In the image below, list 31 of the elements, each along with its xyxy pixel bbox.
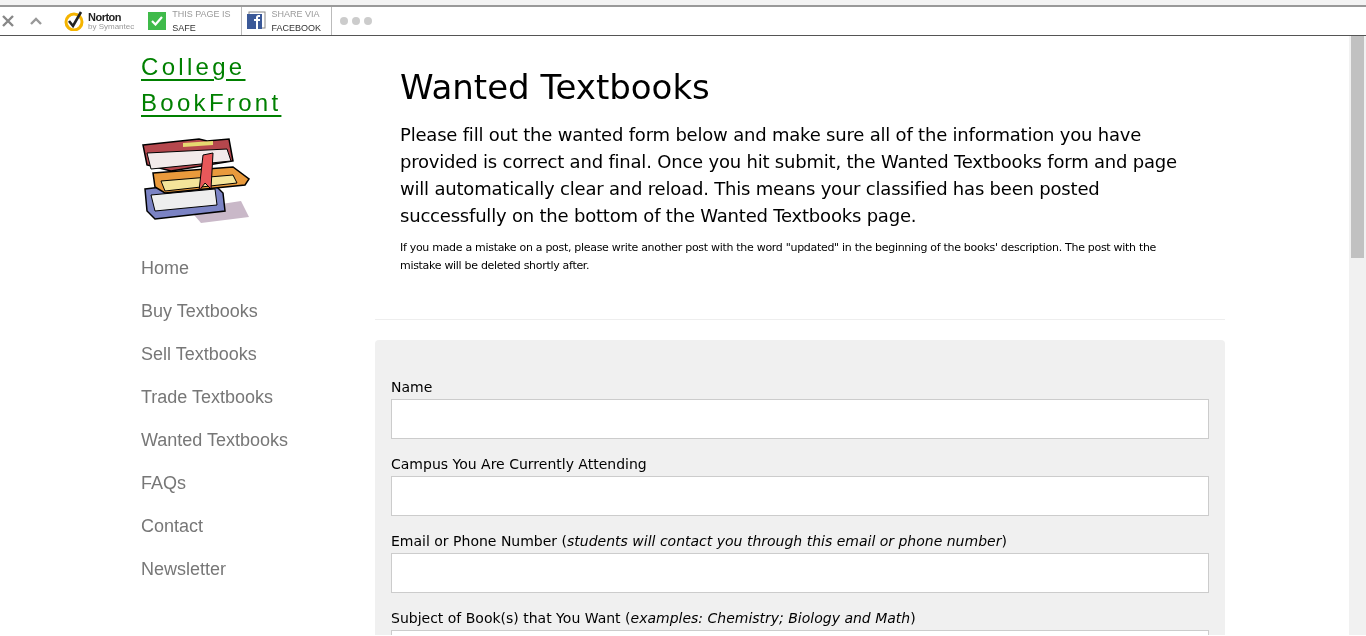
page-title: Wanted Textbooks (400, 67, 711, 107)
field-label: Email or Phone Number (students will contact you through this email or phone number) (391, 532, 1008, 551)
brand-tagline: by Symantec (88, 22, 135, 31)
nav-link[interactable]: Wanted Textbooks (141, 419, 289, 462)
facebook-icon (245, 11, 266, 31)
scrollbar-thumb[interactable] (1351, 36, 1364, 258)
input-field[interactable] (391, 476, 1209, 516)
nav-link[interactable]: Contact (141, 505, 204, 548)
share-button[interactable]: SHARE VIA FACEBOOK (245, 7, 333, 35)
nav-link[interactable]: Trade Textbooks (141, 376, 274, 419)
nav-link[interactable]: Home (141, 247, 189, 290)
nav-link[interactable]: Buy Textbooks (141, 290, 258, 333)
status-label: THIS PAGE IS (172, 8, 231, 21)
note-text: If you made a mistake on a post, please write another post with the word "updated" in the beginning of the books' description. The post with the mistake will be deleted shortly after. (400, 240, 1158, 274)
chevron-up-icon[interactable] (30, 17, 42, 25)
input-field[interactable] (391, 399, 1209, 439)
nav-link[interactable]: FAQs (141, 462, 186, 505)
more-icon[interactable] (340, 17, 373, 25)
field-label: Subject of Book(s) that You Want (examples: Chemistry; Biology and Math) (391, 609, 917, 628)
checkmark-badge-icon (64, 11, 84, 31)
status-value: SAFE (172, 22, 197, 35)
close-icon[interactable] (2, 15, 14, 27)
field-label: Name (391, 378, 434, 397)
field-label: Campus You Are Currently Attending (391, 455, 648, 474)
input-field[interactable] (391, 553, 1209, 593)
nav-link[interactable]: Sell Textbooks (141, 333, 257, 376)
brand-name: Norton (88, 11, 123, 23)
scrollbar[interactable] (1349, 36, 1366, 635)
intro-text: Please fill out the wanted form below and make sure all of the information you have provided is correct and final. Once you hit submit, the Wanted Textbooks form and page will automatically clear and reload. This means your classified has been posted successfully on the bottom of the Wanted Textbooks page. (400, 123, 1178, 228)
site-title-link[interactable]: College BookFront (141, 49, 282, 121)
nav-link[interactable]: Newsletter (141, 548, 227, 591)
